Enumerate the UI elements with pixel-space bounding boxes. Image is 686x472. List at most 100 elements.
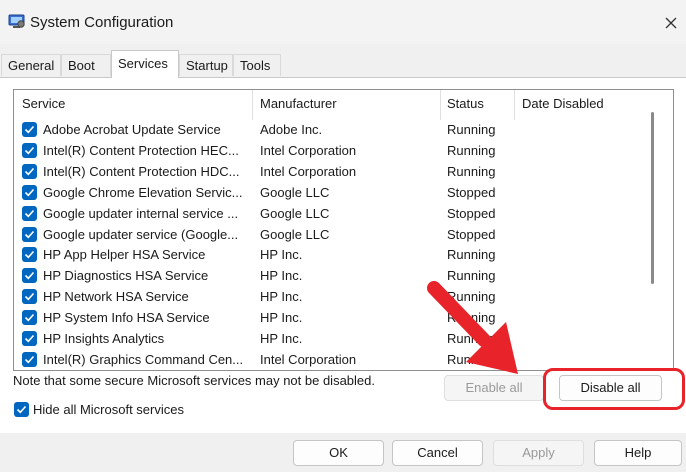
help-button[interactable]: Help [594,440,682,466]
service-status: Stopped [447,205,496,221]
checkmark-icon [24,334,35,343]
service-name: Google Chrome Elevation Servic... [43,184,243,200]
service-name: HP App Helper HSA Service [43,247,206,263]
apply-button[interactable]: Apply [493,440,584,466]
service-manufacturer: Google LLC [260,205,330,221]
service-manufacturer: Google LLC [260,226,330,242]
service-checkbox[interactable] [22,310,37,326]
ok-button[interactable]: OK [293,440,384,466]
service-checkbox[interactable] [22,122,37,137]
checkmark-icon [24,314,35,322]
checkmark-icon [24,125,35,134]
service-name: HP Network HSA Service [43,289,189,305]
table-row[interactable]: Intel(R) Graphics Command Cen... Intel Co… [14,349,644,370]
msconfig-icon [8,14,25,28]
service-status: Running [447,163,496,179]
button-label: Apply [522,445,555,460]
column-header-date-disabled[interactable]: Date Disabled [522,96,604,111]
service-name: HP Diagnostics HSA Service [43,268,209,284]
checkmark-icon [24,293,35,301]
service-name: HP System Info HSA Service [43,310,210,326]
button-label: Cancel [417,445,458,460]
checkmark-icon [24,251,35,259]
button-label: OK [329,445,348,460]
table-row[interactable]: HP Insights Analytics HP Inc. Running [14,328,644,349]
table-row[interactable]: Intel(R) Content Protection HEC... Intel … [14,140,644,161]
table-row[interactable]: HP App Helper HSA Service HP Inc. Running [14,244,644,265]
checkmark-icon [24,188,35,197]
service-manufacturer: Intel Corporation [260,163,357,179]
column-header-service[interactable]: Service [22,96,65,111]
table-row[interactable]: Adobe Acrobat Update Service Adobe Inc. Ru… [14,119,644,140]
checkmark-icon [24,146,35,155]
tab-label: General [8,58,55,73]
service-manufacturer: HP Inc. [260,268,303,284]
service-manufacturer: Google LLC [260,184,330,200]
service-checkbox[interactable] [22,184,37,200]
service-name: Intel(R) Content Protection HEC... [43,142,239,158]
table-row[interactable]: HP System Info HSA ServiceHP Inc.Running [14,307,644,328]
table-row[interactable]: HP Network HSA Service HP Inc. Running [14,286,644,307]
table-row[interactable]: Google updater service (Google... Google … [14,224,644,245]
tab-label: Services [118,56,168,71]
service-name: Adobe Acrobat Update Service [43,122,221,137]
column-divider[interactable] [252,90,253,120]
close-icon[interactable] [660,12,682,34]
annotation-arrow-icon [427,281,518,374]
column-header-manufacturer[interactable]: Manufacturer [260,96,337,111]
column-header-status[interactable]: Status [447,96,484,111]
checkmark-icon [24,272,35,280]
table-row[interactable]: Intel(R) Content Protection HDC... Intel … [14,161,644,182]
column-divider[interactable] [514,90,515,120]
table-row[interactable]: HP Diagnostics HSA Service HP Inc. Running [14,265,644,286]
service-status: Stopped [447,184,496,200]
service-checkbox[interactable] [22,351,37,367]
tab-services[interactable]: Services [111,50,179,78]
tab-label: Tools [240,58,271,73]
button-label: Enable all [465,380,523,395]
tab-tools[interactable]: Tools [233,54,281,76]
tab-label: Boot [68,58,95,73]
service-status: Stopped [447,226,496,242]
service-manufacturer: HP Inc. [260,310,303,326]
service-manufacturer: Intel Corporation [260,142,357,158]
cancel-button[interactable]: Cancel [392,440,483,466]
hide-microsoft-services-label[interactable]: Hide all Microsoft services [33,402,184,417]
service-checkbox[interactable] [22,226,37,242]
service-checkbox[interactable] [22,163,37,179]
service-status: Running [447,142,496,158]
tab-startup[interactable]: Startup [179,54,233,76]
service-checkbox[interactable] [22,247,37,263]
service-name: Google updater service (Google... [43,226,239,242]
table-row[interactable]: Google updater internal service ... Googl… [14,203,644,224]
service-name: Intel(R) Graphics Command Cen... [43,351,244,367]
service-name: Google updater internal service ... [43,205,239,221]
annotation-highlight [543,368,685,410]
service-checkbox[interactable] [22,205,37,221]
checkmark-icon [24,167,35,176]
tab-general[interactable]: General [1,54,61,76]
service-name: Intel(R) Content Protection HDC... [43,163,240,179]
window-title: System Configuration [30,14,174,31]
service-checkbox[interactable] [22,289,37,305]
service-manufacturer: Adobe Inc. [260,122,323,137]
service-manufacturer: HP Inc. [260,247,303,263]
service-manufacturer: HP Inc. [260,331,303,346]
service-checkbox[interactable] [22,331,37,346]
button-label: Help [624,445,652,460]
column-divider[interactable] [440,90,441,120]
checkmark-icon [16,405,27,414]
service-status: Running [447,247,496,263]
service-status: Running [447,122,496,137]
service-checkbox[interactable] [22,268,37,284]
hide-microsoft-services-checkbox[interactable] [14,402,29,417]
table-row[interactable]: Google Chrome Elevation Servic... Google … [14,182,644,203]
title-bar: System Configuration [0,0,686,44]
note-text: Note that some secure Microsoft services… [13,373,375,388]
tab-boot[interactable]: Boot [61,54,111,76]
tab-strip: General Boot Services Startup Tools [0,50,686,78]
service-name: HP Insights Analytics [43,331,165,346]
service-manufacturer: Intel Corporation [260,351,357,367]
service-checkbox[interactable] [22,142,37,158]
scrollbar-thumb[interactable] [651,112,654,284]
